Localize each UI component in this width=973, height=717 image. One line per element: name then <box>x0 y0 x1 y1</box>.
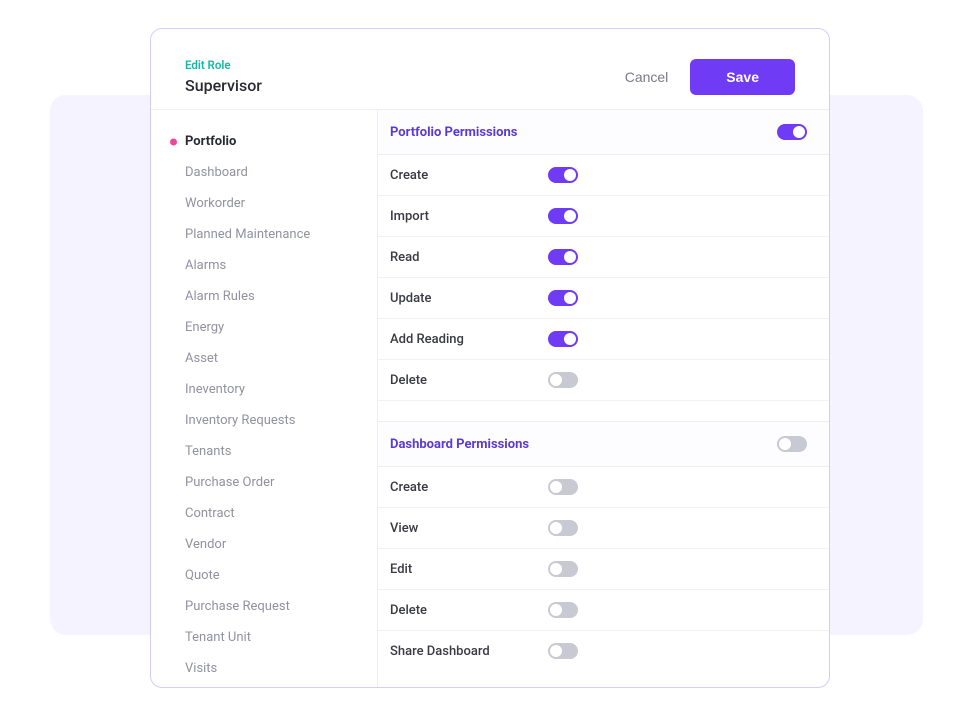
sidebar-item-energy[interactable]: Energy <box>151 312 377 343</box>
permission-label: Import <box>390 209 548 224</box>
permission-row: Edit <box>378 549 829 590</box>
sidebar-item-vendor[interactable]: Vendor <box>151 529 377 560</box>
sidebar-item-label: Inventory Requests <box>185 413 295 428</box>
permission-section-header: Portfolio Permissions <box>378 110 829 155</box>
permission-toggle[interactable] <box>548 290 578 306</box>
edit-role-modal: Edit Role Supervisor Cancel Save Portfol… <box>150 28 830 688</box>
permission-row: Delete <box>378 360 829 401</box>
sidebar-item-quote[interactable]: Quote <box>151 560 377 591</box>
permission-row: Add Reading <box>378 319 829 360</box>
permission-section-title: Dashboard Permissions <box>390 437 529 452</box>
permission-toggle[interactable] <box>548 249 578 265</box>
permission-section-header: Dashboard Permissions <box>378 421 829 467</box>
sidebar-item-tenants[interactable]: Tenants <box>151 436 377 467</box>
sidebar-item-label: Vendor <box>185 537 226 552</box>
sidebar-item-alarms[interactable]: Alarms <box>151 250 377 281</box>
permission-row: Import <box>378 196 829 237</box>
save-button[interactable]: Save <box>690 59 795 95</box>
sidebar-item-purchase-order[interactable]: Purchase Order <box>151 467 377 498</box>
sidebar-item-tenant-unit[interactable]: Tenant Unit <box>151 622 377 653</box>
permission-row: Update <box>378 278 829 319</box>
permission-toggle[interactable] <box>548 520 578 536</box>
sidebar-item-planned-maintenance[interactable]: Planned Maintenance <box>151 219 377 250</box>
sidebar-item-inventory-requests[interactable]: Inventory Requests <box>151 405 377 436</box>
sidebar-item-label: Visits <box>185 661 217 676</box>
sidebar-item-ineventory[interactable]: Ineventory <box>151 374 377 405</box>
cancel-button[interactable]: Cancel <box>625 69 669 85</box>
permission-label: Create <box>390 168 548 183</box>
permission-section-title: Portfolio Permissions <box>390 125 517 140</box>
header-title-group: Edit Role Supervisor <box>185 58 262 95</box>
permission-label: Create <box>390 480 548 495</box>
permission-label: Delete <box>390 373 548 388</box>
permission-toggle[interactable] <box>548 167 578 183</box>
permission-row: Delete <box>378 590 829 631</box>
sidebar-item-label: Contract <box>185 506 235 521</box>
sidebar-item-label: Tenant Unit <box>185 630 251 645</box>
modal-header: Edit Role Supervisor Cancel Save <box>151 29 829 109</box>
permission-row: Create <box>378 155 829 196</box>
permissions-content: Portfolio Permissions Create Import Read Upd… <box>378 110 829 687</box>
sidebar-item-label: Planned Maintenance <box>185 227 310 242</box>
sidebar-item-portfolio[interactable]: Portfolio <box>151 126 377 157</box>
section-master-toggle[interactable] <box>777 124 807 140</box>
sidebar-item-dashboard[interactable]: Dashboard <box>151 157 377 188</box>
sidebar-item-contract[interactable]: Contract <box>151 498 377 529</box>
permission-label: Add Reading <box>390 332 548 347</box>
permissions-sidebar: Portfolio Dashboard Workorder Planned Maint… <box>151 110 378 687</box>
sidebar-item-label: Portfolio <box>185 134 236 149</box>
permission-row: View <box>378 508 829 549</box>
sidebar-item-label: Dashboard <box>185 165 248 180</box>
sidebar-item-visits[interactable]: Visits <box>151 653 377 684</box>
sidebar-item-alarm-rules[interactable]: Alarm Rules <box>151 281 377 312</box>
permission-label: View <box>390 521 548 536</box>
permission-toggle[interactable] <box>548 208 578 224</box>
permission-label: Share Dashboard <box>390 644 548 659</box>
header-actions: Cancel Save <box>625 59 795 95</box>
permission-toggle[interactable] <box>548 331 578 347</box>
sidebar-item-asset[interactable]: Asset <box>151 343 377 374</box>
permission-row: Share Dashboard <box>378 631 829 671</box>
sidebar-item-label: Ineventory <box>185 382 245 397</box>
permission-label: Edit <box>390 562 548 577</box>
permission-label: Update <box>390 291 548 306</box>
permission-toggle[interactable] <box>548 479 578 495</box>
permission-label: Delete <box>390 603 548 618</box>
permission-toggle[interactable] <box>548 372 578 388</box>
sidebar-item-label: Asset <box>185 351 218 366</box>
edit-role-label: Edit Role <box>185 58 262 72</box>
permission-toggle[interactable] <box>548 602 578 618</box>
permission-row: Read <box>378 237 829 278</box>
role-name: Supervisor <box>185 76 262 95</box>
permission-label: Read <box>390 250 548 265</box>
sidebar-item-purchase-request[interactable]: Purchase Request <box>151 591 377 622</box>
permission-row: Create <box>378 467 829 508</box>
section-master-toggle[interactable] <box>777 436 807 452</box>
sidebar-item-label: Workorder <box>185 196 245 211</box>
sidebar-item-label: Alarms <box>185 258 226 273</box>
sidebar-item-label: Purchase Request <box>185 599 290 614</box>
sidebar-item-workorder[interactable]: Workorder <box>151 188 377 219</box>
sidebar-item-label: Alarm Rules <box>185 289 255 304</box>
sidebar-item-label: Purchase Order <box>185 475 274 490</box>
modal-body: Portfolio Dashboard Workorder Planned Maint… <box>151 109 829 687</box>
sidebar-item-label: Tenants <box>185 444 231 459</box>
sidebar-item-label: Quote <box>185 568 220 583</box>
permission-toggle[interactable] <box>548 643 578 659</box>
permission-toggle[interactable] <box>548 561 578 577</box>
sidebar-item-label: Energy <box>185 320 224 335</box>
